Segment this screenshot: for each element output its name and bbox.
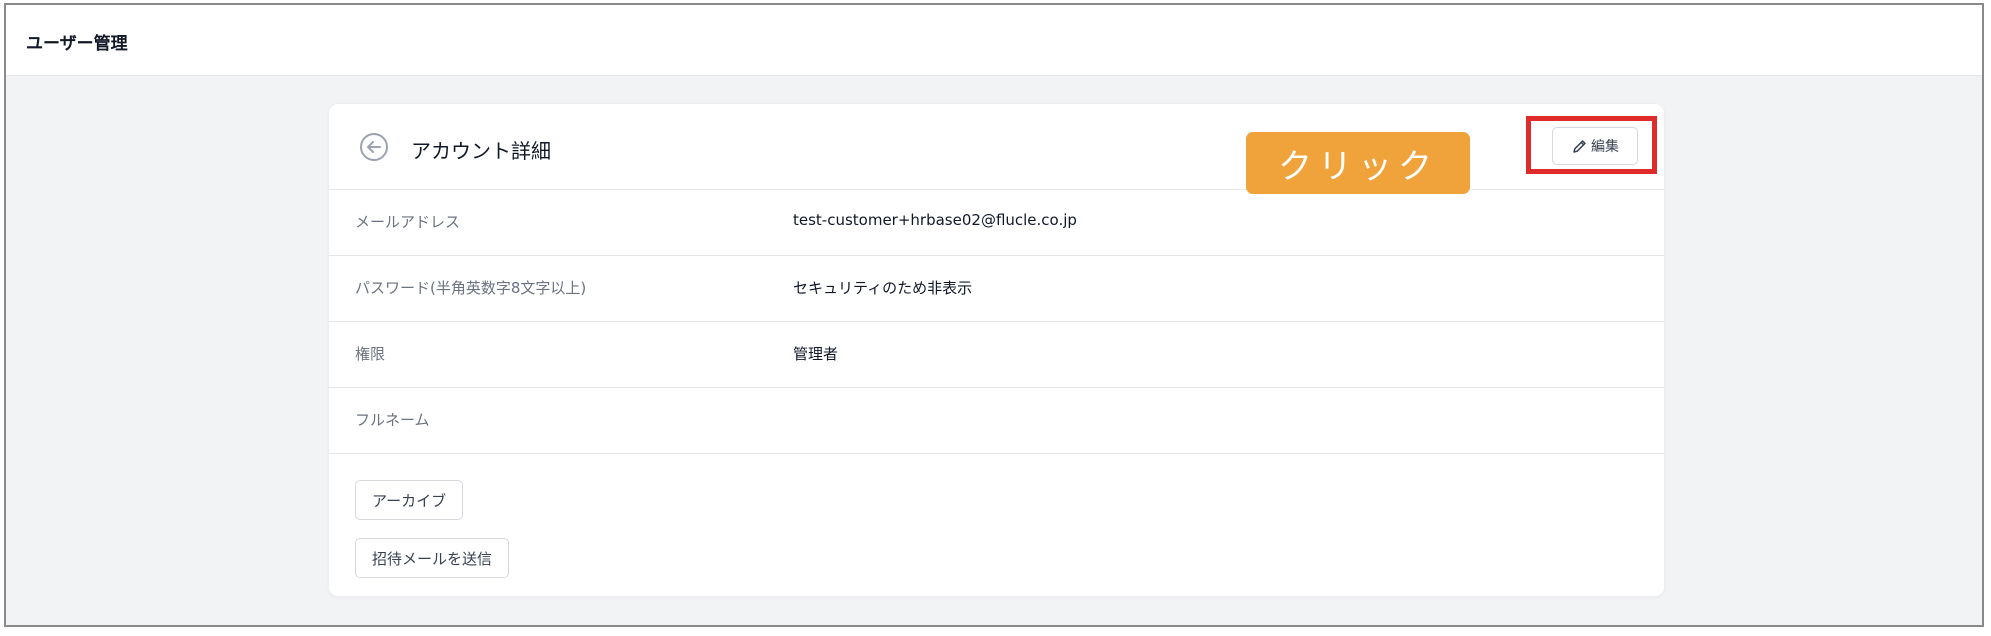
page-header: ユーザー管理 bbox=[6, 5, 1982, 76]
back-arrow-icon bbox=[360, 133, 388, 161]
edit-button[interactable]: 編集 bbox=[1552, 127, 1638, 165]
field-row-fullname: フルネーム bbox=[329, 388, 1664, 454]
callout-text: クリック bbox=[1278, 146, 1438, 187]
page-title: ユーザー管理 bbox=[26, 34, 128, 54]
card-title: アカウント詳細 bbox=[411, 139, 551, 163]
edit-button-label: 編集 bbox=[1591, 139, 1619, 155]
role-label: 権限 bbox=[355, 345, 386, 363]
send-invite-button[interactable]: 招待メールを送信 bbox=[355, 538, 510, 578]
app-frame: ユーザー管理 アカウント詳細 編集 メールアドレス test-customer+… bbox=[4, 3, 1984, 627]
password-value: セキュリティのため非表示 bbox=[793, 279, 973, 297]
password-label: パスワード(半角英数字8文字以上) bbox=[355, 279, 587, 297]
back-button[interactable] bbox=[359, 132, 389, 162]
field-row-role: 権限 管理者 bbox=[329, 322, 1664, 388]
pencil-icon bbox=[1573, 139, 1586, 153]
field-row-password: パスワード(半角英数字8文字以上) セキュリティのため非表示 bbox=[329, 256, 1664, 322]
click-callout: クリック bbox=[1246, 132, 1470, 194]
archive-button[interactable]: アーカイブ bbox=[355, 480, 464, 520]
fullname-label: フルネーム bbox=[355, 411, 430, 429]
email-value: test-customer+hrbase02@flucle.co.jp bbox=[793, 211, 1077, 229]
field-row-email: メールアドレス test-customer+hrbase02@flucle.co… bbox=[329, 190, 1664, 256]
role-value: 管理者 bbox=[793, 345, 839, 363]
email-label: メールアドレス bbox=[355, 213, 461, 231]
